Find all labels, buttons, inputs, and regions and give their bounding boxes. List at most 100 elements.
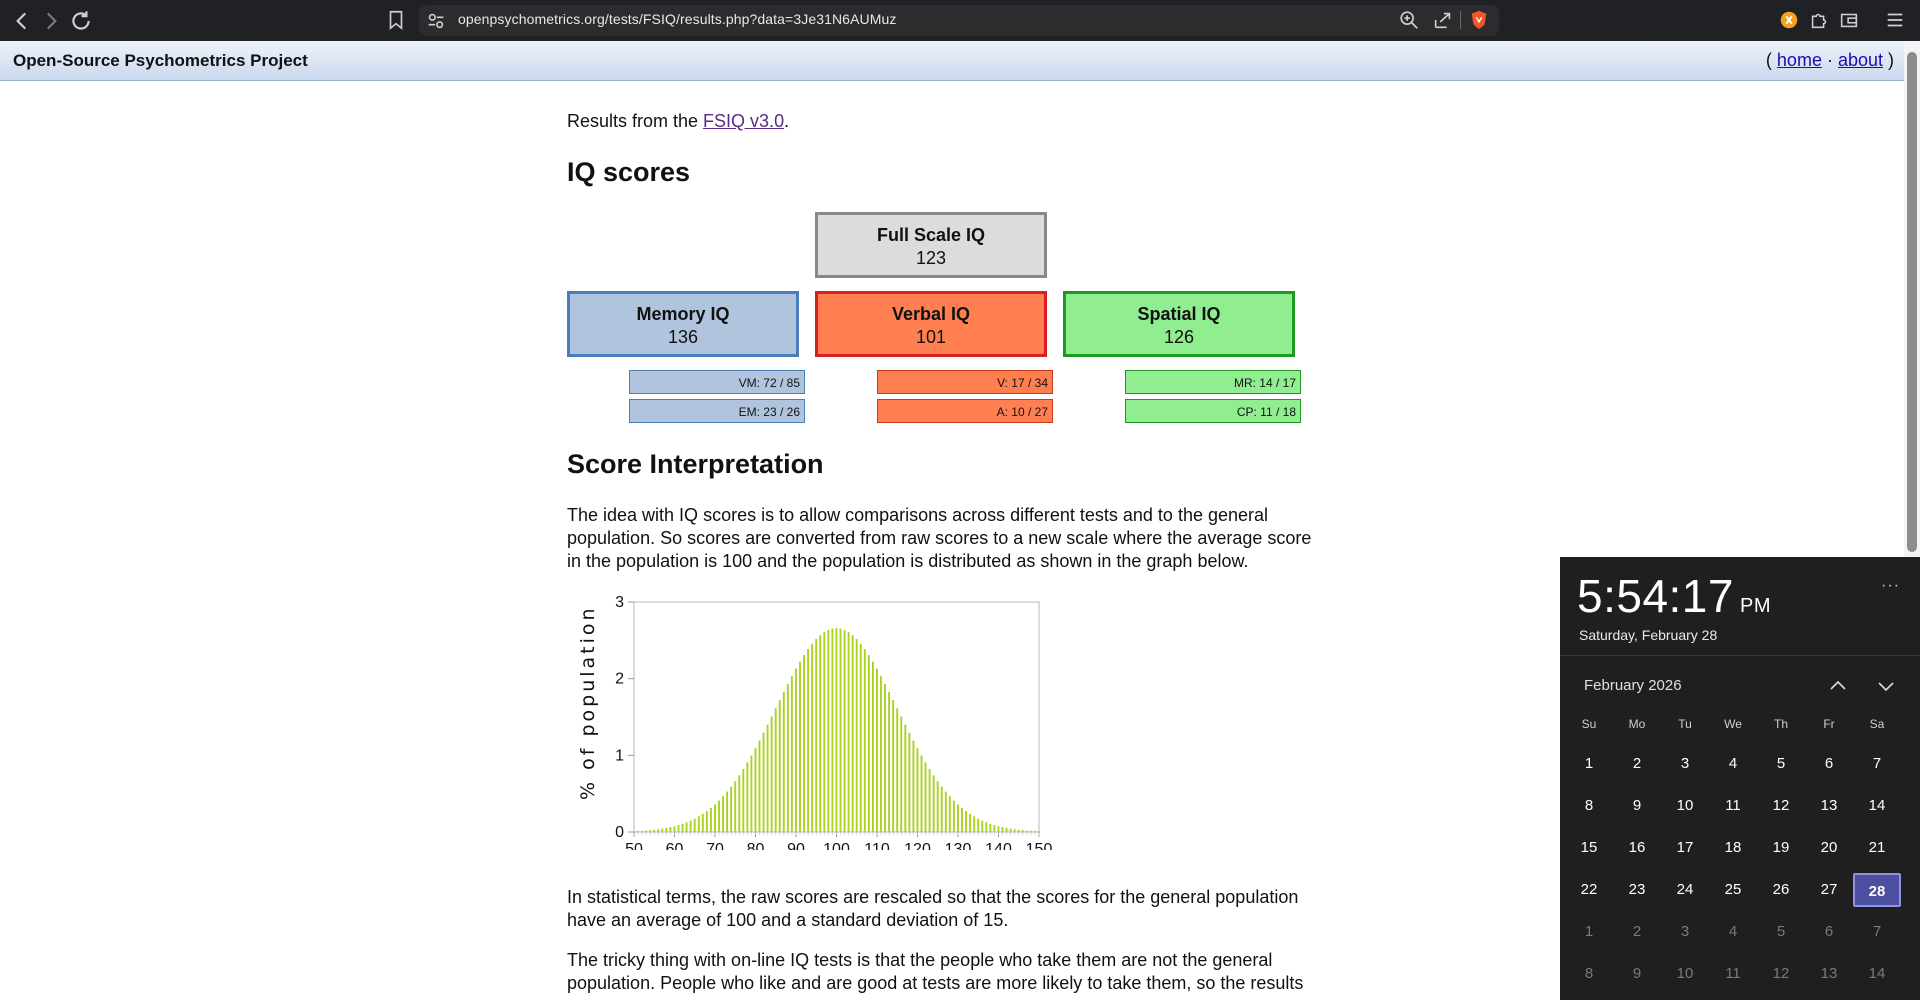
calendar-day[interactable]: 4 [1709,747,1757,781]
distribution-bar [912,740,915,832]
calendar-day[interactable]: 21 [1853,831,1901,865]
distribution-bar [677,825,680,832]
calendar-day[interactable]: 24 [1661,873,1709,907]
chevron-up-icon[interactable] [1826,674,1850,698]
distribution-bar [799,661,801,832]
calendar-day[interactable]: 1 [1565,915,1613,949]
full-scale-iq-box: Full Scale IQ 123 [815,212,1047,278]
url-text[interactable]: openpsychometrics.org/tests/FSIQ/results… [458,11,896,27]
calendar-day[interactable]: 11 [1709,957,1757,991]
calendar-day[interactable]: 18 [1709,831,1757,865]
fsiq-link[interactable]: FSIQ v3.0 [703,111,784,131]
calendar-day[interactable]: 23 [1613,873,1661,907]
calendar-day[interactable]: 6 [1805,915,1853,949]
y-tick-label: 3 [615,594,624,611]
site-settings-icon[interactable] [425,10,445,30]
calendar-day[interactable]: 6 [1805,747,1853,781]
calendar-day[interactable]: 22 [1565,873,1613,907]
calendar-day[interactable]: 19 [1757,831,1805,865]
home-link[interactable]: home [1777,50,1822,70]
brave-shield-icon[interactable] [1468,9,1490,31]
bookmark-icon[interactable] [385,9,407,31]
calendar-day[interactable]: 4 [1709,915,1757,949]
calendar-day[interactable]: 27 [1805,873,1853,907]
calendar-day[interactable]: 2 [1613,747,1661,781]
x-tick-label: 90 [787,841,805,850]
calendar-day[interactable]: 9 [1613,957,1661,991]
distribution-bar [839,628,842,832]
spatial-iq-label: Spatial IQ [1137,304,1221,324]
clock-ampm: PM [1739,595,1771,617]
spatial-iq-box: Spatial IQ 126 [1063,291,1295,357]
distribution-bar [952,800,955,832]
calendar-day[interactable]: 26 [1757,873,1805,907]
zoom-icon[interactable] [1398,9,1420,31]
calendar-day[interactable]: 15 [1565,831,1613,865]
calendar-day[interactable]: 14 [1853,789,1901,823]
scrollbar-thumb[interactable] [1907,52,1917,552]
distribution-bar [835,628,838,832]
calendar-day[interactable]: 25 [1709,873,1757,907]
calendar-day[interactable]: 8 [1565,957,1613,991]
iq-scores-heading: IQ scores [567,157,691,187]
y-tick-label: 0 [615,824,624,841]
distribution-bar [1013,829,1016,832]
distribution-bar [997,826,1000,832]
distribution-bar [985,822,988,832]
calendar-day-today[interactable]: 28 [1853,873,1901,907]
calendar-day[interactable]: 16 [1613,831,1661,865]
back-icon[interactable] [9,8,35,34]
x-tick-label: 50 [625,841,643,850]
distribution-bar [1021,830,1024,832]
calendar-day[interactable]: 5 [1757,915,1805,949]
more-options-icon[interactable]: ··· [1881,577,1900,595]
calendar-day[interactable]: 7 [1853,747,1901,781]
calendar-day[interactable]: 17 [1661,831,1709,865]
menu-icon[interactable] [1884,9,1906,31]
calendar-day[interactable]: 7 [1853,915,1901,949]
distribution-bar [661,828,664,832]
x-tick-label: 80 [747,841,765,850]
distribution-bar [884,683,886,832]
calendar-day[interactable]: 1 [1565,747,1613,781]
site-nav: ( home · about ) [1766,50,1894,71]
results-intro: Results from the FSIQ v3.0. [567,111,789,132]
wallet-icon[interactable] [1838,9,1860,31]
x-tick-label: 60 [666,841,684,850]
distribution-bar [969,813,972,832]
calendar-day[interactable]: 2 [1613,915,1661,949]
iq-distribution-chart: 50 60 70 80 90 100 110 120 130 140 150 0 1 2 3 % of p… [577,594,1052,850]
clock-date[interactable]: Saturday, February 28 [1579,627,1717,643]
calendar-month[interactable]: February 2026 [1584,677,1682,694]
calendar-day[interactable]: 10 [1661,789,1709,823]
calendar-day[interactable]: 11 [1709,789,1757,823]
calendar-day[interactable]: 13 [1805,789,1853,823]
distribution-bar [738,775,741,832]
y-axis-label: % of population [577,605,599,800]
distribution-bar [859,643,862,832]
reload-icon[interactable] [68,8,94,34]
distribution-bar [673,826,676,832]
y-axis-ticks: 0 1 2 3 [615,594,634,841]
calendar-day[interactable]: 14 [1853,957,1901,991]
share-icon[interactable] [1432,9,1454,31]
calendar-day[interactable]: 3 [1661,747,1709,781]
subscore-cp: CP: 11 / 18 [1125,399,1301,423]
calendar-day[interactable]: 8 [1565,789,1613,823]
distribution-bar [867,655,870,832]
about-link[interactable]: about [1838,50,1883,70]
full-scale-iq-label: Full Scale IQ [876,225,986,245]
calendar-day[interactable]: 13 [1805,957,1853,991]
calendar-day[interactable]: 20 [1805,831,1853,865]
chevron-down-icon[interactable] [1874,674,1898,698]
distribution-bar [831,628,834,832]
calendar-day[interactable]: 12 [1757,789,1805,823]
forward-icon[interactable] [38,8,64,34]
extensions-puzzle-icon[interactable] [1808,9,1830,31]
extension-wallet-icon[interactable] [1778,9,1800,31]
calendar-day[interactable]: 9 [1613,789,1661,823]
calendar-day[interactable]: 3 [1661,915,1709,949]
calendar-day[interactable]: 5 [1757,747,1805,781]
calendar-day[interactable]: 12 [1757,957,1805,991]
calendar-day[interactable]: 10 [1661,957,1709,991]
